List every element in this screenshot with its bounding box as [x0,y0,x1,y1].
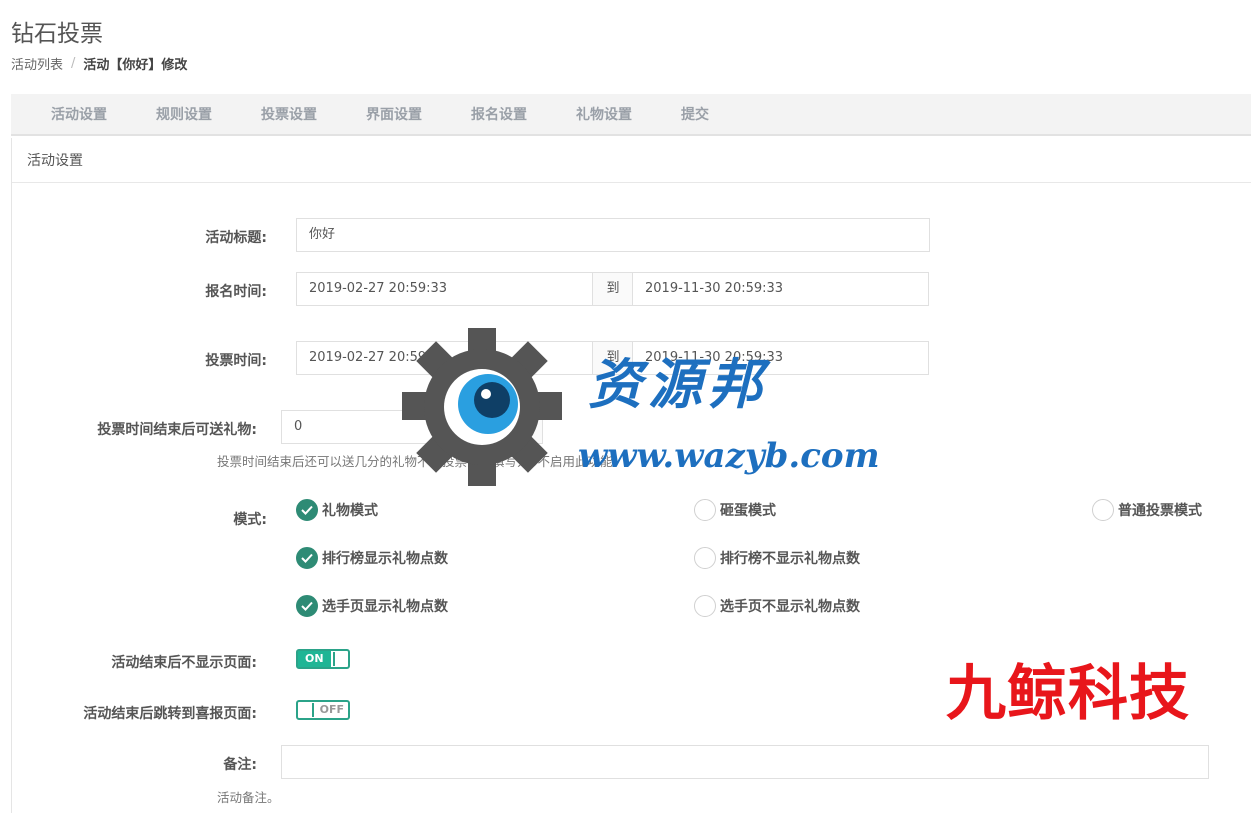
tab-submit[interactable]: 提交 [681,104,709,124]
tab-gift-settings[interactable]: 礼物设置 [576,104,632,124]
breadcrumb-separator: / [71,56,76,71]
tab-activity-settings[interactable]: 活动设置 [51,104,107,124]
gift-after-vote-label: 投票时间结束后可送礼物: [97,422,257,438]
toggle-knob [300,703,314,717]
panel-heading: 活动设置 [12,138,1251,183]
hide-after-end-toggle[interactable]: ON [296,649,350,669]
player-hide-points-label: 选手页不显示礼物点数 [720,599,860,615]
remark-help: 活动备注。 [217,790,280,805]
mode-gift-radio[interactable]: 礼物模式 [296,499,378,521]
company-watermark: 九鲸科技 [946,659,1190,729]
rank-hide-points-label: 排行榜不显示礼物点数 [720,551,860,567]
gear-eye-watermark-icon [402,328,562,486]
rank-hide-points-radio[interactable]: 排行榜不显示礼物点数 [694,547,860,569]
unchecked-circle-icon [694,595,716,617]
mode-normal-label: 普通投票模式 [1118,503,1202,519]
remark-label: 备注: [223,757,257,773]
redirect-after-end-label: 活动结束后跳转到喜报页面: [83,706,257,722]
settings-tabbar: 活动设置 规则设置 投票设置 界面设置 报名设置 礼物设置 提交 [11,94,1251,136]
player-show-points-radio[interactable]: 选手页显示礼物点数 [296,595,448,617]
redirect-after-end-toggle[interactable]: OFF [296,700,350,720]
site-url-watermark: www.wazyb.com [578,436,880,476]
tab-rule-settings[interactable]: 规则设置 [156,104,212,124]
breadcrumb: 活动列表 / 活动【你好】修改 [11,54,187,73]
hide-after-end-label: 活动结束后不显示页面: [111,655,257,671]
tab-vote-settings[interactable]: 投票设置 [261,104,317,124]
title-input[interactable]: 你好 [296,218,930,252]
checked-circle-icon [296,499,318,521]
remark-input[interactable] [281,745,1209,779]
rank-show-points-radio[interactable]: 排行榜显示礼物点数 [296,547,448,569]
checked-circle-icon [296,595,318,617]
checked-circle-icon [296,547,318,569]
breadcrumb-current: 活动【你好】修改 [83,58,188,73]
rank-show-points-label: 排行榜显示礼物点数 [322,551,448,567]
player-show-points-label: 选手页显示礼物点数 [322,599,448,615]
mode-egg-label: 砸蛋模式 [720,503,776,519]
unchecked-circle-icon [1092,499,1114,521]
toggle-on-text: ON [298,651,331,667]
signup-to-addon: 到 [593,272,633,306]
tab-signup-settings[interactable]: 报名设置 [471,104,527,124]
unchecked-circle-icon [694,499,716,521]
signup-end-input[interactable]: 2019-11-30 20:59:33 [632,272,929,306]
toggle-knob [333,652,347,666]
tab-ui-settings[interactable]: 界面设置 [366,104,422,124]
toggle-off-text: OFF [319,703,344,716]
mode-egg-radio[interactable]: 砸蛋模式 [694,499,776,521]
signup-time-label: 报名时间: [205,284,267,300]
unchecked-circle-icon [694,547,716,569]
signup-start-input[interactable]: 2019-02-27 20:59:33 [296,272,593,306]
breadcrumb-parent-link[interactable]: 活动列表 [11,54,63,73]
vote-time-label: 投票时间: [205,353,267,369]
player-hide-points-radio[interactable]: 选手页不显示礼物点数 [694,595,860,617]
mode-label: 模式: [233,512,267,528]
mode-gift-label: 礼物模式 [322,503,378,519]
mode-normal-radio[interactable]: 普通投票模式 [1092,499,1202,521]
page-title: 钻石投票 [11,21,103,47]
site-name-watermark: 资源邦 [588,352,768,416]
title-label: 活动标题: [205,230,267,246]
